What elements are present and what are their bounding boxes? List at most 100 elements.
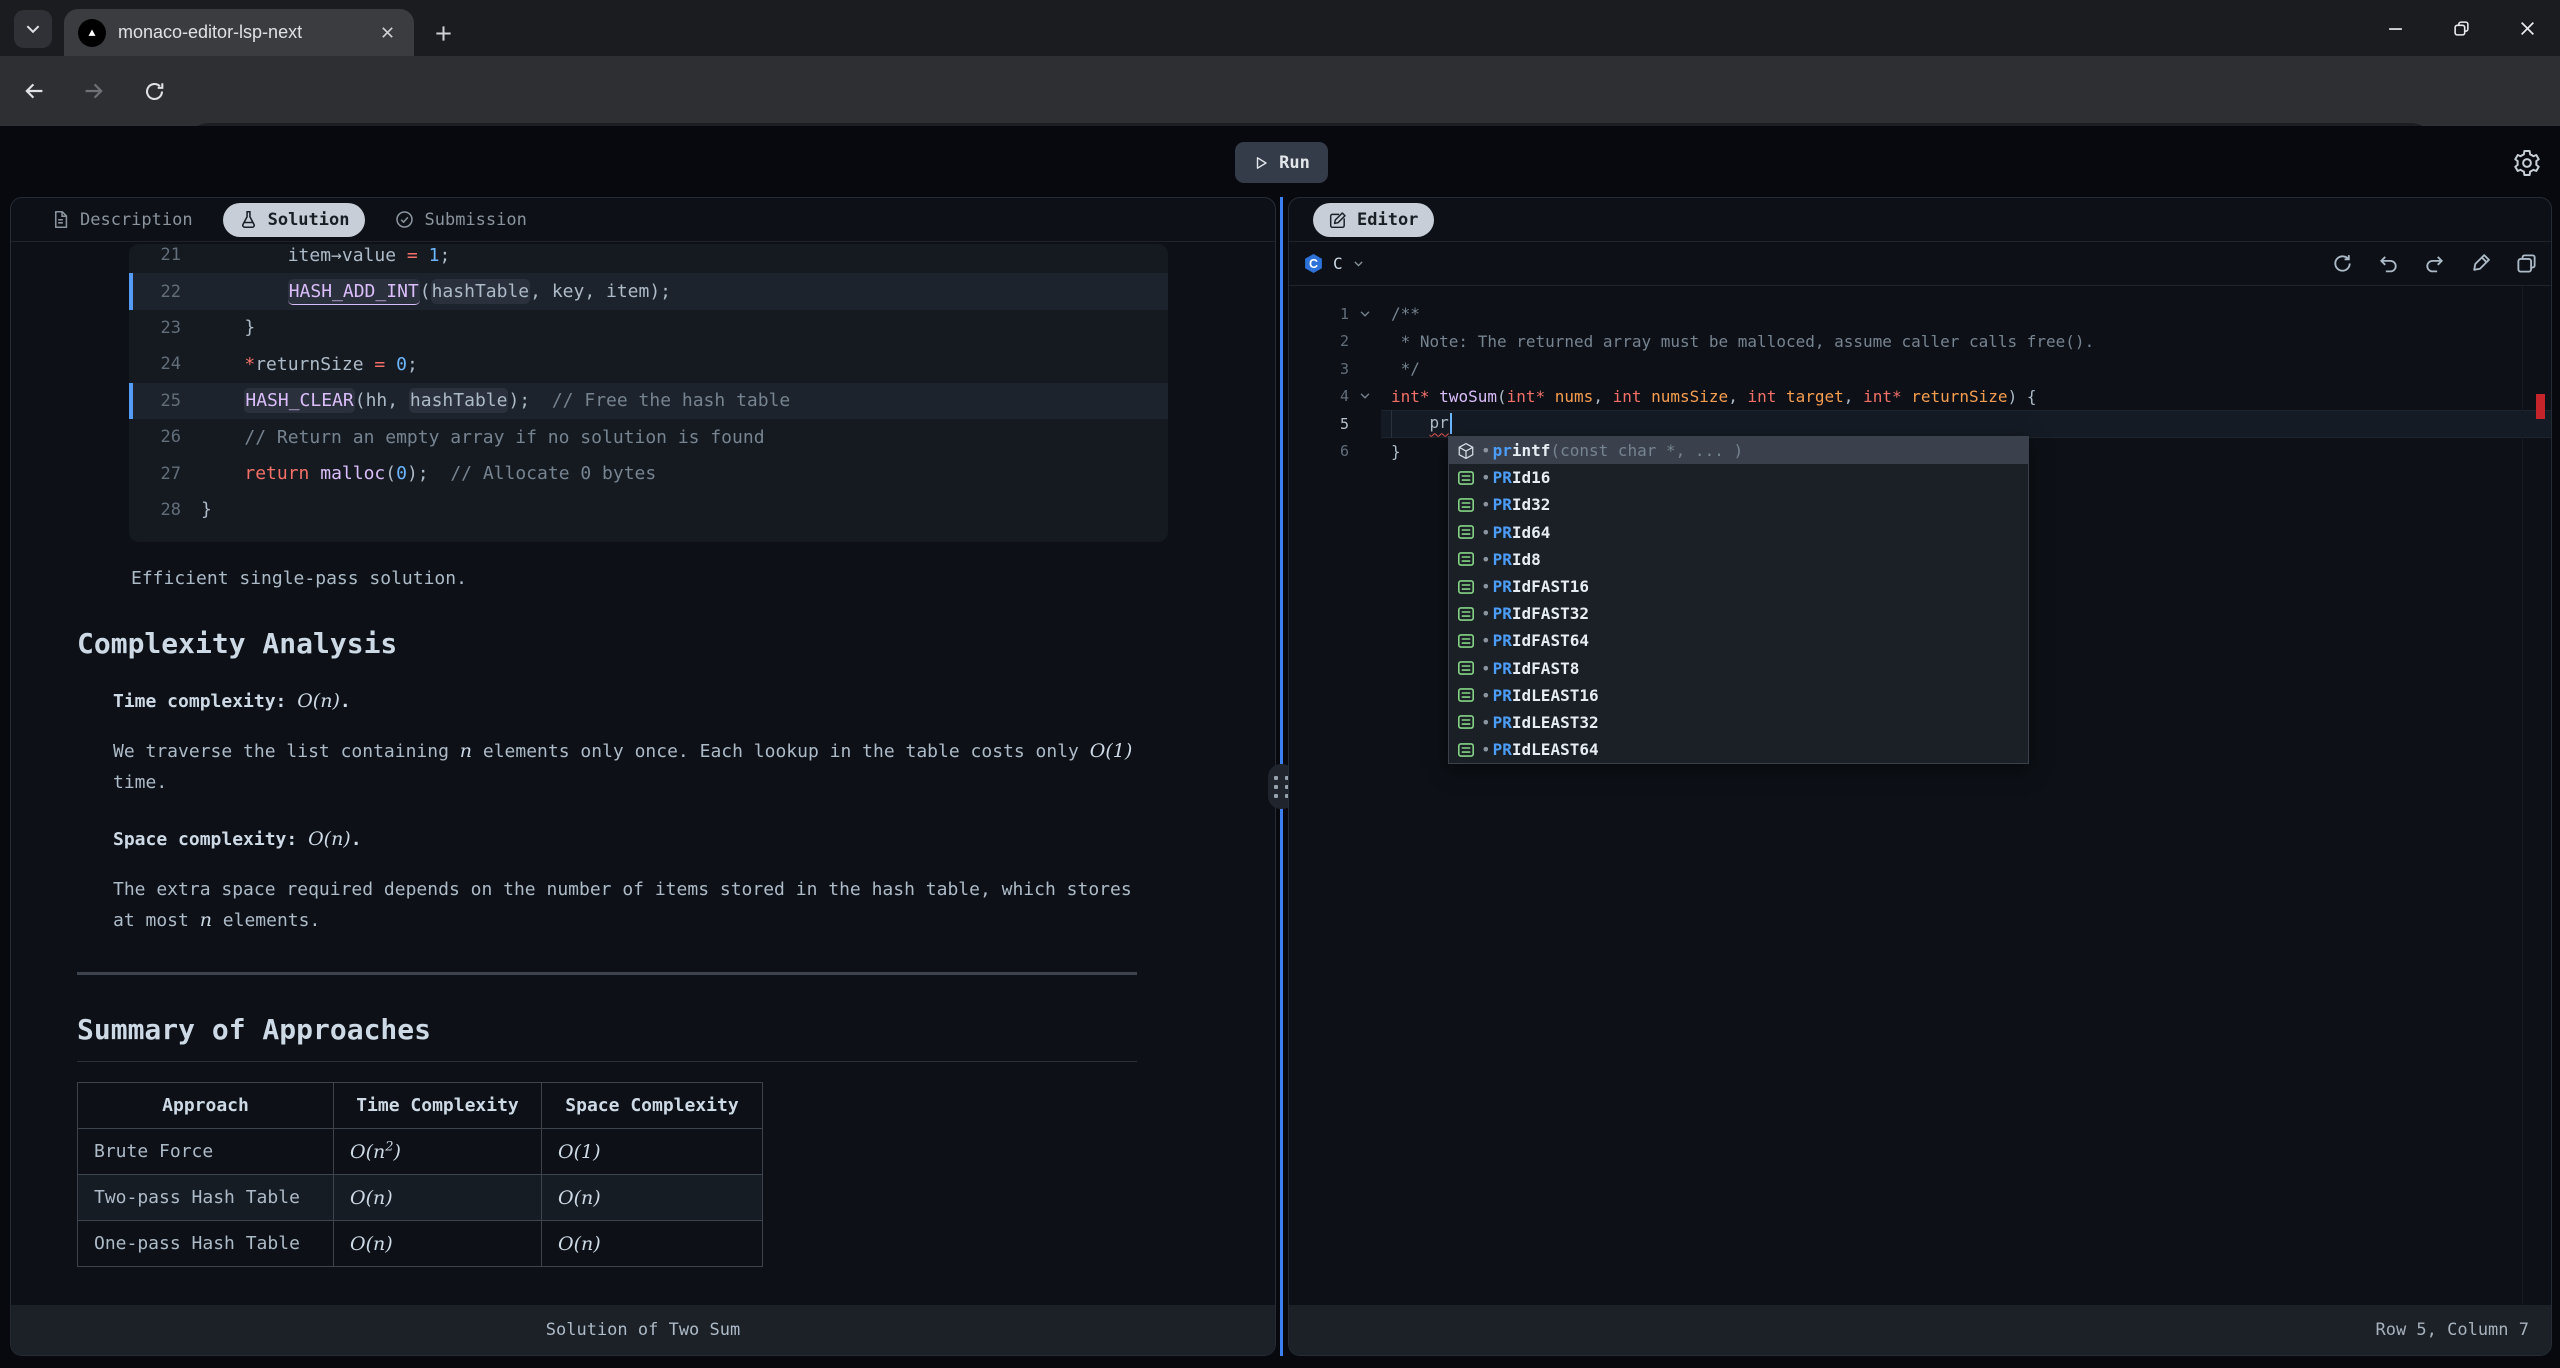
col-time-complexity: Time Complexity: [334, 1083, 542, 1129]
line-number: 6: [1289, 442, 1349, 460]
code-line: 22 HASH_ADD_INT(hashTable, key, item);: [129, 273, 1168, 309]
section-divider: [77, 972, 1137, 975]
problem-footer-label: Solution of Two Sum: [546, 1320, 740, 1340]
autocomplete-item[interactable]: •PRIdFAST32: [1449, 600, 2028, 627]
text-snippet-icon: [1457, 469, 1481, 487]
editor-line[interactable]: 5 pr: [1289, 410, 2551, 438]
line-number: 28: [129, 500, 181, 520]
table-row: Brute ForceO(n2)O(1): [78, 1129, 763, 1175]
code-line: 23 }: [129, 310, 1168, 346]
editor-line[interactable]: 1/**: [1289, 300, 2551, 328]
panel-resize-divider[interactable]: [1280, 197, 1283, 1356]
chevron-down-icon: [1352, 257, 1365, 270]
text-snippet-icon: [1457, 523, 1481, 541]
problem-footer: Solution of Two Sum: [11, 1305, 1275, 1355]
line-number: 5: [1289, 415, 1349, 433]
fold-chevron-icon[interactable]: [1349, 307, 1381, 321]
editor-line[interactable]: 2 * Note: The returned array must be mal…: [1289, 328, 2551, 356]
line-number: 21: [129, 245, 181, 265]
reload-button[interactable]: [128, 65, 180, 117]
tab-submission[interactable]: Submission: [379, 203, 542, 237]
tab-solution-label: Solution: [268, 210, 350, 230]
tab-solution[interactable]: Solution: [223, 203, 366, 237]
editor-line[interactable]: 3 */: [1289, 355, 2551, 383]
tab-editor[interactable]: Editor: [1313, 203, 1434, 237]
restore-button[interactable]: [2428, 0, 2494, 56]
redo-icon[interactable]: [2423, 253, 2445, 275]
autocomplete-item[interactable]: •printf(const char *, ... ): [1449, 437, 2028, 464]
pencil-icon: [1329, 211, 1347, 229]
playground-app: Run Description Solution Submission: [0, 126, 2560, 1368]
autocomplete-item[interactable]: •PRIdLEAST16: [1449, 682, 2028, 709]
text-snippet-icon: [1457, 713, 1481, 731]
fold-chevron-icon[interactable]: [1349, 389, 1381, 403]
table-header-row: Approach Time Complexity Space Complexit…: [78, 1083, 763, 1129]
autocomplete-item[interactable]: •PRId8: [1449, 546, 2028, 573]
settings-gear-icon[interactable]: [2510, 146, 2544, 180]
table-cell: One-pass Hash Table: [78, 1221, 334, 1267]
code-line: 28}: [129, 492, 1168, 528]
check-circle-icon: [395, 210, 414, 229]
undo-icon[interactable]: [2377, 253, 2399, 275]
table-cell: O(1): [542, 1129, 763, 1175]
tab-search-button[interactable]: [14, 10, 52, 48]
overview-ruler: [2522, 286, 2523, 1307]
code-editor[interactable]: 1/**2 * Note: The returned array must be…: [1289, 286, 2551, 1307]
language-selector[interactable]: C C: [1303, 253, 1365, 274]
line-number: 22: [129, 282, 181, 302]
copy-icon[interactable]: [2515, 253, 2537, 275]
complexity-term: Space complexity: O(n).: [113, 828, 1275, 850]
close-button[interactable]: [2494, 0, 2560, 56]
run-label: Run: [1279, 153, 1310, 173]
tab-description[interactable]: Description: [35, 203, 209, 237]
editor-tabs: Editor: [1289, 198, 2551, 242]
document-icon: [51, 210, 70, 229]
complexity-term: Time complexity: O(n).: [113, 690, 1275, 712]
play-icon: [1253, 155, 1269, 171]
code-line: 27 return malloc(0); // Allocate 0 bytes: [129, 455, 1168, 491]
autocomplete-item[interactable]: •PRIdLEAST64: [1449, 736, 2028, 763]
run-button[interactable]: Run: [1235, 142, 1328, 183]
autocomplete-item[interactable]: •PRId32: [1449, 491, 2028, 518]
cursor-position-label: Row 5, Column 7: [2375, 1320, 2529, 1340]
line-number: 1: [1289, 305, 1349, 323]
text-snippet-icon: [1457, 550, 1481, 568]
table-cell: O(n): [334, 1221, 542, 1267]
table-cell: O(n): [542, 1175, 763, 1221]
browser-tabstrip: monaco-editor-lsp-next: [0, 0, 2560, 56]
language-label: C: [1333, 254, 1343, 273]
new-tab-button[interactable]: [424, 14, 462, 52]
minimize-button[interactable]: [2362, 0, 2428, 56]
forward-button[interactable]: [68, 65, 120, 117]
table-cell: O(n2): [334, 1129, 542, 1175]
autocomplete-item[interactable]: •PRIdFAST16: [1449, 573, 2028, 600]
format-brush-icon[interactable]: [2469, 253, 2491, 275]
autocomplete-item[interactable]: •PRIdFAST64: [1449, 627, 2028, 654]
problem-tabs: Description Solution Submission: [11, 198, 1275, 242]
text-snippet-icon: [1457, 686, 1481, 704]
table-cell: O(n): [334, 1175, 542, 1221]
line-number: 24: [129, 354, 181, 374]
line-number: 27: [129, 464, 181, 484]
table-row: Two-pass Hash TableO(n)O(n): [78, 1175, 763, 1221]
complexity-paragraph: We traverse the list containing n elemen…: [113, 736, 1145, 798]
complexity-heading: Complexity Analysis: [77, 627, 1275, 660]
editor-line[interactable]: 4int* twoSum(int* nums, int numsSize, in…: [1289, 383, 2551, 411]
code-line: 26 // Return an empty array if no soluti…: [129, 419, 1168, 455]
solution-note: Efficient single-pass solution.: [131, 568, 1275, 589]
line-number: 3: [1289, 360, 1349, 378]
vercel-favicon: [78, 19, 106, 47]
reset-icon[interactable]: [2331, 253, 2353, 275]
browser-tab[interactable]: monaco-editor-lsp-next: [64, 9, 414, 56]
text-snippet-icon: [1457, 496, 1481, 514]
svg-text:C: C: [1309, 257, 1318, 271]
autocomplete-item[interactable]: •PRId64: [1449, 519, 2028, 546]
autocomplete-item[interactable]: •PRIdLEAST32: [1449, 709, 2028, 736]
table-cell: Two-pass Hash Table: [78, 1175, 334, 1221]
col-approach: Approach: [78, 1083, 334, 1129]
tab-close-icon[interactable]: [374, 20, 400, 46]
autocomplete-item[interactable]: •PRId16: [1449, 464, 2028, 491]
back-button[interactable]: [8, 65, 60, 117]
autocomplete-item[interactable]: •PRIdFAST8: [1449, 655, 2028, 682]
solution-content[interactable]: 21 item→value = 1;22 HASH_ADD_INT(hashTa…: [11, 242, 1275, 1307]
